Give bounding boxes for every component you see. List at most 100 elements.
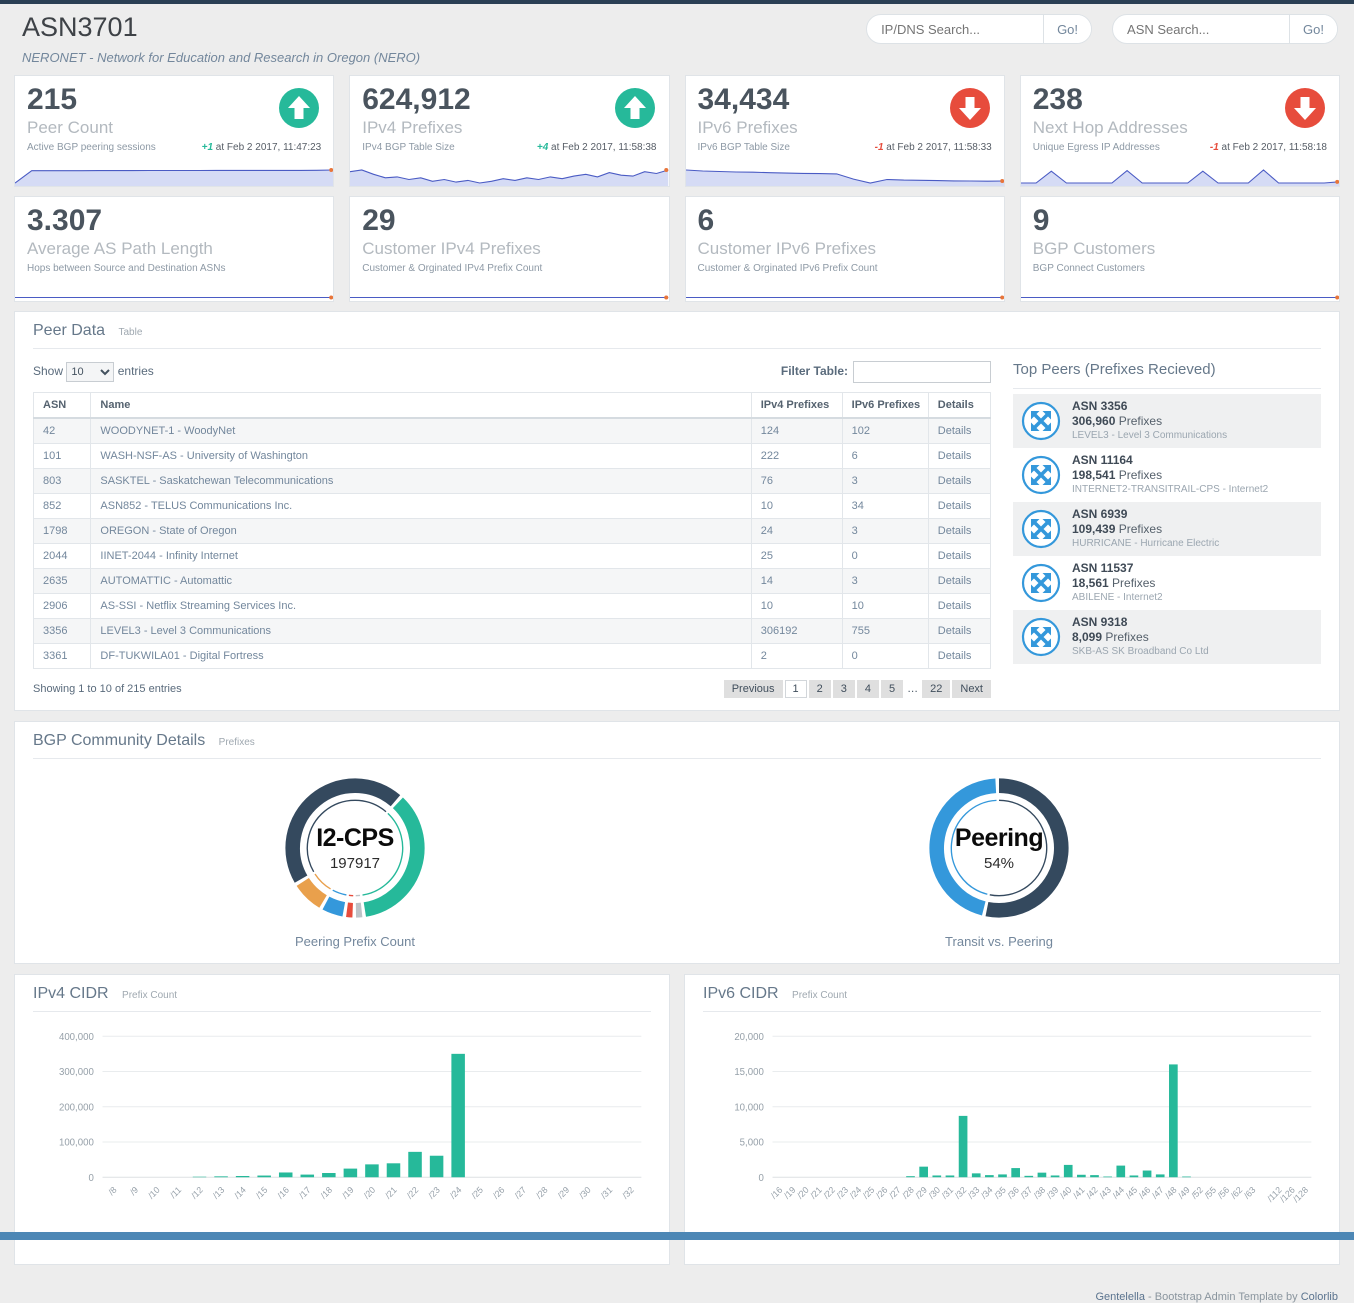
details-link[interactable]: Details bbox=[938, 625, 972, 637]
cell-details: Details bbox=[928, 569, 990, 594]
bottom-accent-bar bbox=[0, 1232, 1354, 1240]
asn-go-button[interactable]: Go! bbox=[1289, 15, 1337, 43]
peer-prefix-count: 109,439 Prefixes bbox=[1072, 522, 1219, 537]
divider bbox=[33, 348, 1321, 349]
cell-asn: 3356 bbox=[34, 619, 91, 644]
ipv4-cidr-panel: IPv4 CIDR Prefix Count 0100,000200,00030… bbox=[14, 974, 670, 1265]
details-link[interactable]: Details bbox=[938, 450, 972, 462]
pagination-page-3[interactable]: 3 bbox=[833, 680, 855, 698]
svg-text:/21: /21 bbox=[383, 1185, 398, 1201]
top-peer-text: ASN 11164198,541 PrefixesINTERNET2-TRANS… bbox=[1072, 453, 1268, 497]
top-peer-text: ASN 93188,099 PrefixesSKB-AS SK Broadban… bbox=[1072, 615, 1209, 659]
filter-table-input[interactable] bbox=[853, 361, 991, 383]
peer-table-area: Show 10 entries Filter Table: ASNNameIPv bbox=[33, 359, 991, 698]
cell-asn: 2906 bbox=[34, 594, 91, 619]
table-row: 852ASN852 - TELUS Communications Inc.103… bbox=[34, 494, 991, 519]
ipv4-cidr-title-text: IPv4 CIDR bbox=[33, 985, 109, 1002]
details-link[interactable]: Details bbox=[938, 575, 972, 587]
svg-text:/22: /22 bbox=[405, 1185, 420, 1201]
cell-ipv4-prefixes: 25 bbox=[751, 544, 842, 569]
cell-name: WASH-NSF-AS - University of Washington bbox=[91, 444, 751, 469]
peer-data-title-text: Peer Data bbox=[33, 322, 105, 339]
svg-text:/12: /12 bbox=[189, 1185, 204, 1201]
table-row: 42WOODYNET-1 - WoodyNet124102Details bbox=[34, 418, 991, 444]
change-delta: +4 bbox=[537, 142, 548, 153]
pagination-next[interactable]: Next bbox=[952, 680, 991, 698]
details-link[interactable]: Details bbox=[938, 600, 972, 612]
cell-asn: 42 bbox=[34, 418, 91, 444]
svg-text:/19: /19 bbox=[340, 1185, 355, 1201]
cell-name: IINET-2044 - Infinity Internet bbox=[91, 544, 751, 569]
column-header-details[interactable]: Details bbox=[928, 393, 990, 419]
svg-text:/24: /24 bbox=[448, 1185, 463, 1201]
column-header-asn[interactable]: ASN bbox=[34, 393, 91, 419]
cell-asn: 803 bbox=[34, 469, 91, 494]
svg-text:/31: /31 bbox=[599, 1185, 614, 1201]
svg-text:/14: /14 bbox=[232, 1185, 247, 1201]
ipv6-cidr-chart: 05,00010,00015,00020,000/16/19/20/21/22/… bbox=[703, 1022, 1321, 1230]
change-delta: -1 bbox=[875, 142, 884, 153]
column-header-name[interactable]: Name bbox=[91, 393, 751, 419]
cell-ipv6-prefixes: 6 bbox=[842, 444, 928, 469]
ipv4-prefixes-sparkline bbox=[350, 166, 668, 186]
details-link[interactable]: Details bbox=[938, 650, 972, 662]
details-link[interactable]: Details bbox=[938, 425, 972, 437]
page-size-select[interactable]: 10 bbox=[66, 362, 114, 382]
cell-details: Details bbox=[928, 494, 990, 519]
trend-up-icon bbox=[278, 87, 320, 129]
arrows-icon bbox=[1021, 617, 1061, 657]
stat-tile-peer-count: 215Peer CountActive BGP peering sessions… bbox=[14, 75, 334, 187]
peer-data-subtitle: Table bbox=[119, 327, 143, 338]
details-link[interactable]: Details bbox=[938, 500, 972, 512]
tile-description: Customer & Orginated IPv6 Prefix Count bbox=[698, 263, 878, 274]
donut-caption: Transit vs. Peering bbox=[945, 934, 1053, 949]
column-header-ipv4-prefixes[interactable]: IPv4 Prefixes bbox=[751, 393, 842, 419]
svg-text:/128: /128 bbox=[1291, 1185, 1310, 1205]
details-link[interactable]: Details bbox=[938, 525, 972, 537]
footer-brand-link[interactable]: Gentelella bbox=[1095, 1291, 1145, 1303]
tile-value: 3.307 bbox=[27, 204, 321, 238]
tile-value: 6 bbox=[698, 204, 992, 238]
peer-prefix-count: 8,099 Prefixes bbox=[1072, 630, 1209, 645]
peering-prefix-donut-chart bbox=[282, 775, 428, 921]
details-link[interactable]: Details bbox=[938, 550, 972, 562]
stat-tile-ipv4-prefixes: 624,912IPv4 PrefixesIPv4 BGP Table Size+… bbox=[349, 75, 669, 187]
pagination-page-22[interactable]: 22 bbox=[922, 680, 950, 698]
peer-count-sparkline bbox=[15, 166, 333, 186]
asn-search-input[interactable] bbox=[1113, 15, 1289, 43]
pagination-page-4[interactable]: 4 bbox=[857, 680, 879, 698]
cell-asn: 852 bbox=[34, 494, 91, 519]
top-peers-title: Top Peers (Prefixes Recieved) bbox=[1013, 359, 1321, 389]
svg-text:/26: /26 bbox=[491, 1185, 506, 1201]
arrows-icon bbox=[1021, 563, 1061, 603]
tile-bottom: IPv6 BGP Table Size-1 at Feb 2 2017, 11:… bbox=[698, 142, 992, 153]
cell-ipv6-prefixes: 34 bbox=[842, 494, 928, 519]
cell-name: AUTOMATTIC - Automattic bbox=[91, 569, 751, 594]
bgp-community-subtitle: Prefixes bbox=[219, 737, 255, 748]
stat-tiles-row-2: 3.307Average AS Path LengthHops between … bbox=[14, 196, 1340, 302]
tile-value: 29 bbox=[362, 204, 656, 238]
footer-author-link[interactable]: Colorlib bbox=[1301, 1291, 1338, 1303]
change-delta: +1 bbox=[202, 142, 213, 153]
tile-change: +1 at Feb 2 2017, 11:47:23 bbox=[202, 142, 322, 153]
column-header-ipv6-prefixes[interactable]: IPv6 Prefixes bbox=[842, 393, 928, 419]
table-summary: Showing 1 to 10 of 215 entries bbox=[33, 683, 182, 695]
cell-name: DF-TUKWILA01 - Digital Fortress bbox=[91, 644, 751, 669]
svg-text:/28: /28 bbox=[534, 1185, 549, 1201]
bgp-customers-sparkline bbox=[1021, 281, 1339, 301]
transit-peering-donut-box: Peering 54% Transit vs. Peering bbox=[677, 775, 1321, 949]
tile-label: Customer IPv4 Prefixes bbox=[362, 239, 656, 259]
pagination-page-5[interactable]: 5 bbox=[881, 680, 903, 698]
svg-text:/11: /11 bbox=[168, 1185, 183, 1201]
pagination-page-1[interactable]: 1 bbox=[785, 680, 807, 698]
ip-dns-go-button[interactable]: Go! bbox=[1043, 15, 1091, 43]
peering-prefix-donut-box: I2-CPS 197917 Peering Prefix Count bbox=[33, 775, 677, 949]
ip-dns-search-input[interactable] bbox=[867, 15, 1043, 43]
pagination-ellipsis: … bbox=[905, 683, 920, 695]
pagination-page-2[interactable]: 2 bbox=[809, 680, 831, 698]
tile-description: IPv6 BGP Table Size bbox=[698, 142, 790, 153]
tile-bottom: IPv4 BGP Table Size+4 at Feb 2 2017, 11:… bbox=[362, 142, 656, 153]
top-peers-list: ASN 3356306,960 PrefixesLEVEL3 - Level 3… bbox=[1013, 394, 1321, 664]
details-link[interactable]: Details bbox=[938, 475, 972, 487]
pagination-previous[interactable]: Previous bbox=[724, 680, 783, 698]
